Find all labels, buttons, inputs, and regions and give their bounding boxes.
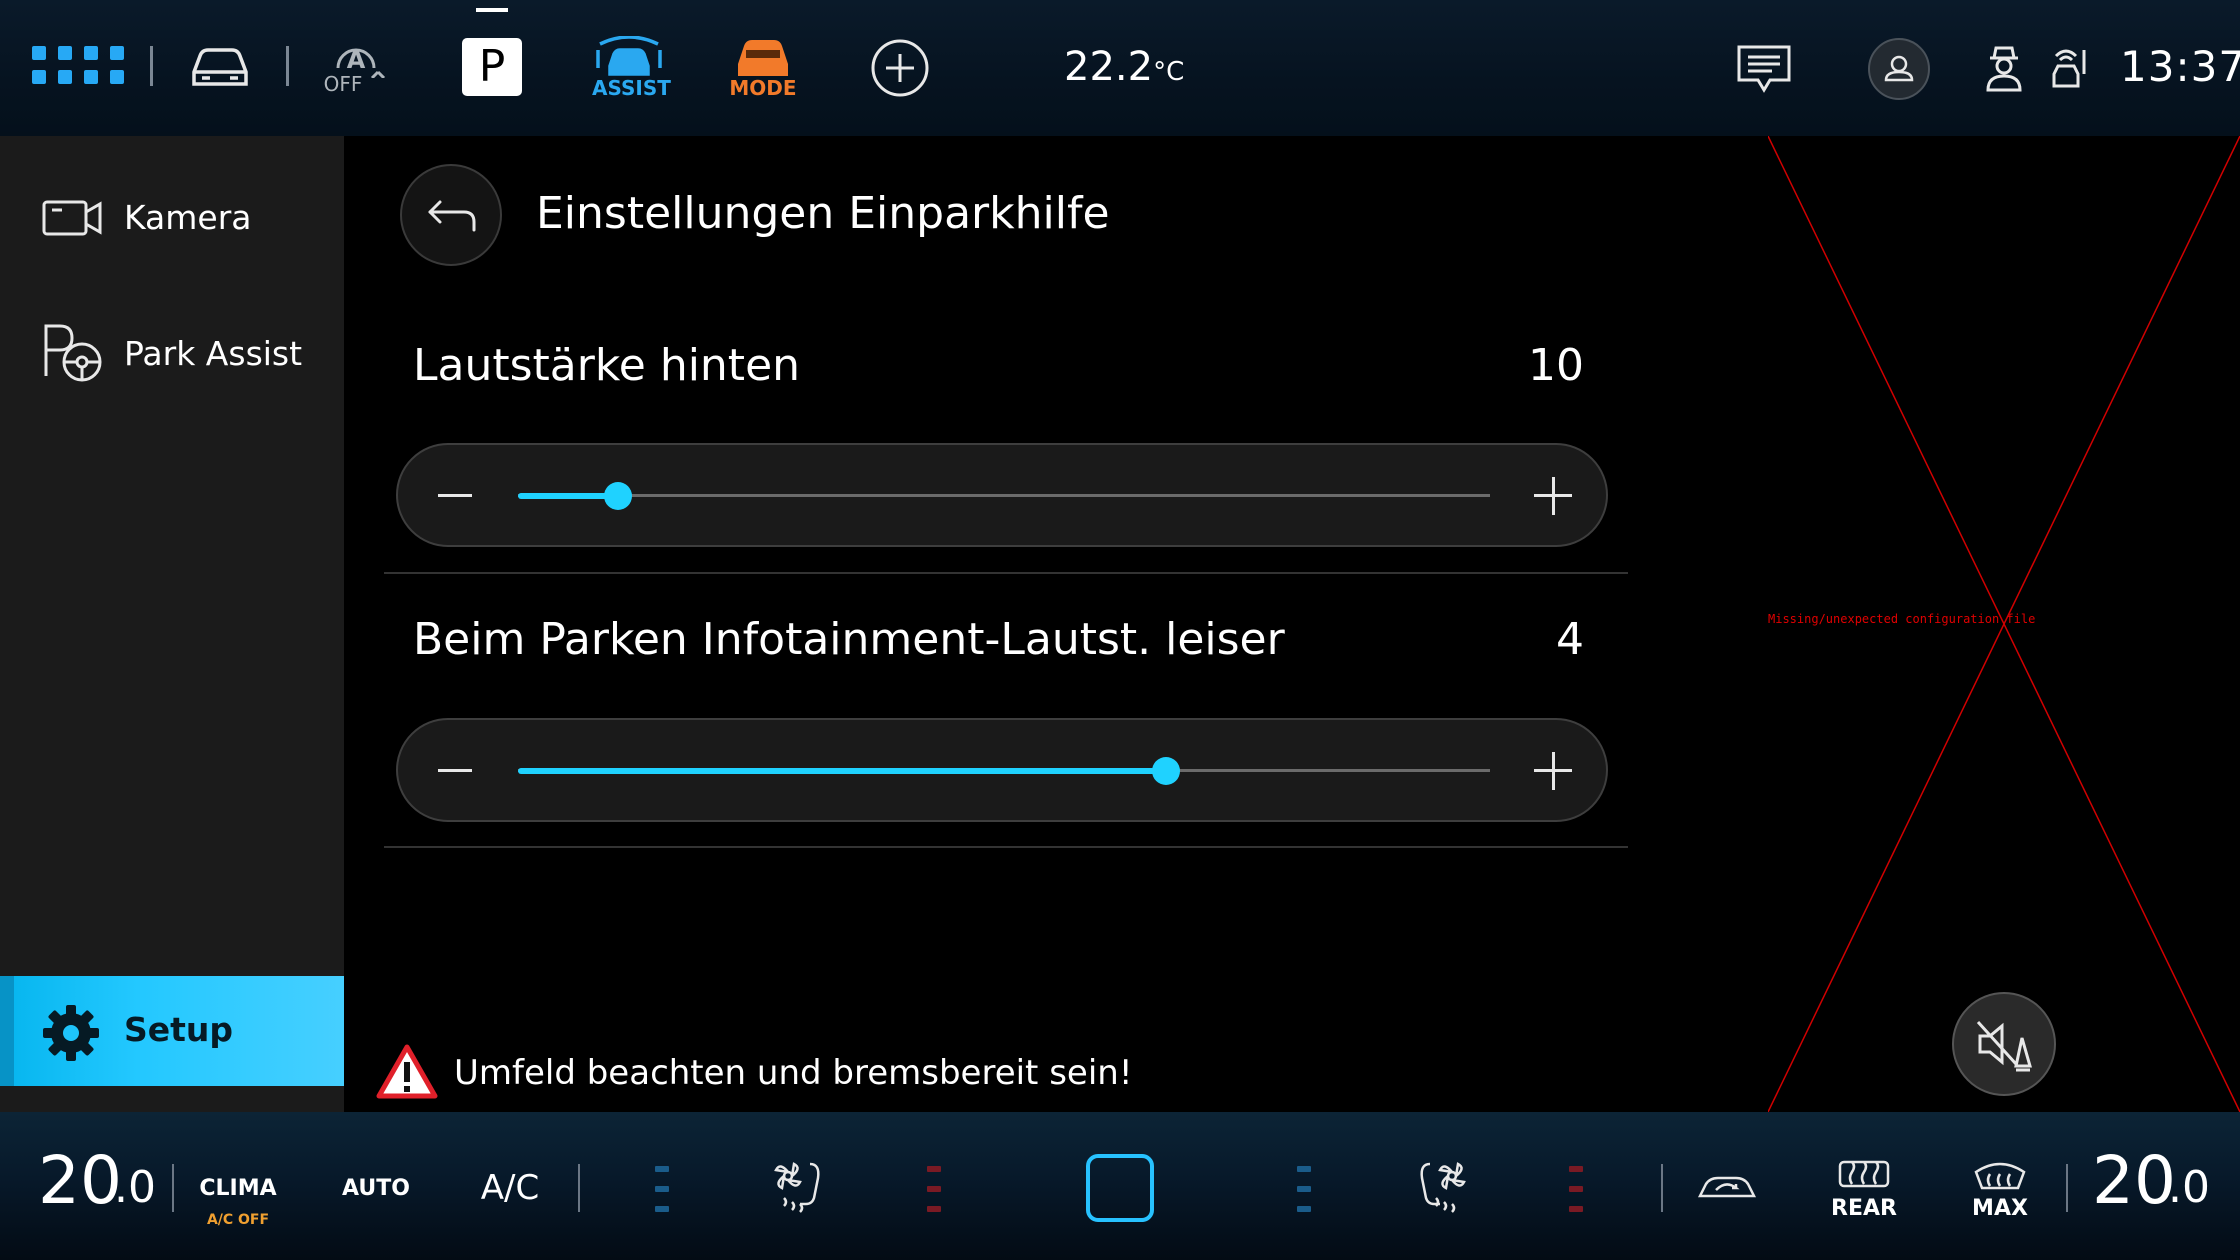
mute-sound-icon [1976, 1018, 2036, 1072]
assist-button[interactable]: ASSIST [592, 36, 671, 102]
level-segment [655, 1186, 669, 1192]
setting-label-infotainment-volume: Beim Parken Infotainment-Lautst. leiser [413, 614, 1285, 665]
left-seat-cooling-level[interactable] [655, 1166, 669, 1214]
gear-indicator-label: P [478, 41, 506, 92]
max-defrost-label: MAX [1972, 1196, 2028, 1221]
separator [1661, 1164, 1663, 1212]
slider-fill [518, 493, 619, 499]
level-segment [655, 1166, 669, 1172]
max-defrost-icon[interactable] [1974, 1160, 2026, 1190]
sidebar-item-label: Setup [124, 1010, 234, 1049]
mute-button[interactable] [1952, 992, 2056, 1096]
right-seat-cooling-level[interactable] [1297, 1166, 1311, 1214]
rear-defrost-icon[interactable] [1838, 1160, 1890, 1190]
left-seat-fan-icon[interactable] [770, 1158, 830, 1218]
connectivity-icon [2046, 44, 2090, 94]
sync-button[interactable] [1086, 1154, 1154, 1222]
park-assist-icon [40, 320, 104, 384]
level-segment [927, 1166, 941, 1172]
divider [384, 572, 1628, 574]
clima-button[interactable]: CLIMA [198, 1176, 278, 1201]
page-title: Einstellungen Einparkhilfe [536, 188, 1110, 239]
outside-temp-unit: °C [1153, 57, 1185, 87]
right-seat-heating-level[interactable] [1569, 1166, 1583, 1214]
sidebar-item-park-assist[interactable]: Park Assist [0, 300, 344, 410]
divider [384, 846, 1628, 848]
back-arrow-icon [426, 196, 478, 234]
level-segment [927, 1186, 941, 1192]
infotainment-volume-slider[interactable] [396, 718, 1608, 822]
drive-mode-icon [738, 40, 788, 76]
right-seat-fan-icon[interactable] [1410, 1158, 1470, 1218]
setting-value-infotainment-volume: 4 [1556, 614, 1584, 665]
slider-track[interactable] [518, 494, 1490, 497]
right-temperature-decimal[interactable]: .0 [2168, 1162, 2210, 1213]
sidebar-item-kamera[interactable]: Kamera [0, 164, 344, 274]
increase-button[interactable] [1552, 752, 1555, 790]
separator [578, 1164, 580, 1212]
user-icon[interactable] [1868, 38, 1930, 100]
climate-bar: 20 .0 CLIMA A/C OFF AUTO A/C REAR MAX 20… [0, 1112, 2240, 1260]
sidebar-item-setup[interactable]: Setup [0, 976, 344, 1086]
setting-label-rear-volume: Lautstärke hinten [413, 340, 801, 391]
left-temperature-decimal[interactable]: .0 [114, 1162, 156, 1213]
gear-icon [42, 1004, 100, 1062]
sidebar-item-label: Park Assist [124, 334, 303, 373]
level-segment [1569, 1206, 1583, 1212]
separator [286, 46, 289, 86]
gear-indicator-mark [476, 8, 508, 12]
level-segment [1569, 1186, 1583, 1192]
message-icon[interactable] [1736, 44, 1792, 94]
warning-icon [376, 1044, 438, 1100]
separator [150, 46, 153, 86]
level-segment [927, 1206, 941, 1212]
decrease-button[interactable] [438, 494, 472, 497]
back-button[interactable] [400, 164, 502, 266]
drive-mode-label: MODE [729, 76, 797, 100]
slider-fill [518, 768, 1167, 774]
setting-value-rear-volume: 10 [1528, 340, 1584, 391]
outside-temp-value: 22.2 [1064, 44, 1154, 90]
warning-message: Umfeld beachten und bremsbereit sein! [454, 1053, 1133, 1093]
level-segment [1569, 1166, 1583, 1172]
auto-hold-label: OFF [323, 72, 363, 96]
status-bar: A OFF P ASSIST MODE 22.2°C 13:37 [0, 0, 2240, 136]
left-seat-heating-level[interactable] [927, 1166, 941, 1214]
ac-button[interactable]: A/C [470, 1168, 550, 1208]
sidebar-item-label: Kamera [124, 198, 252, 237]
car-icon[interactable] [188, 42, 252, 90]
increase-button[interactable] [1552, 477, 1555, 515]
level-segment [1297, 1166, 1311, 1172]
ac-off-label: A/C OFF [206, 1212, 270, 1228]
right-temperature-integer[interactable]: 20 [2092, 1142, 2176, 1219]
outside-temperature: 22.2°C [1064, 44, 1184, 90]
left-temperature-integer[interactable]: 20 [38, 1142, 122, 1219]
level-segment [1297, 1186, 1311, 1192]
rear-volume-slider[interactable] [396, 443, 1608, 547]
level-segment [655, 1206, 669, 1212]
driver-profile-icon[interactable] [1984, 44, 2024, 94]
camera-icon [42, 198, 104, 238]
slider-thumb[interactable] [604, 482, 633, 510]
level-segment [1297, 1206, 1311, 1212]
rear-defrost-label: REAR [1831, 1196, 1897, 1221]
svg-text:A: A [347, 46, 366, 74]
assist-label: ASSIST [592, 76, 671, 100]
slider-thumb[interactable] [1152, 757, 1181, 785]
air-recirculation-icon[interactable] [1696, 1166, 1758, 1206]
auto-hold-icon[interactable]: A OFF [322, 38, 392, 98]
gear-indicator: P [462, 38, 522, 96]
missing-config-message: Missing/unexpected configuration file [1768, 612, 2036, 626]
plus-circle-icon[interactable] [870, 38, 930, 98]
assist-icon [596, 36, 662, 76]
grid-icon[interactable] [32, 46, 124, 86]
separator [172, 1164, 174, 1212]
separator [2066, 1164, 2068, 1212]
sidebar: Kamera Park Assist Setup [0, 136, 344, 1112]
auto-button[interactable]: AUTO [336, 1176, 416, 1201]
clock: 13:37 [2120, 42, 2240, 91]
decrease-button[interactable] [438, 769, 472, 772]
drive-mode-button[interactable]: MODE [728, 36, 798, 102]
